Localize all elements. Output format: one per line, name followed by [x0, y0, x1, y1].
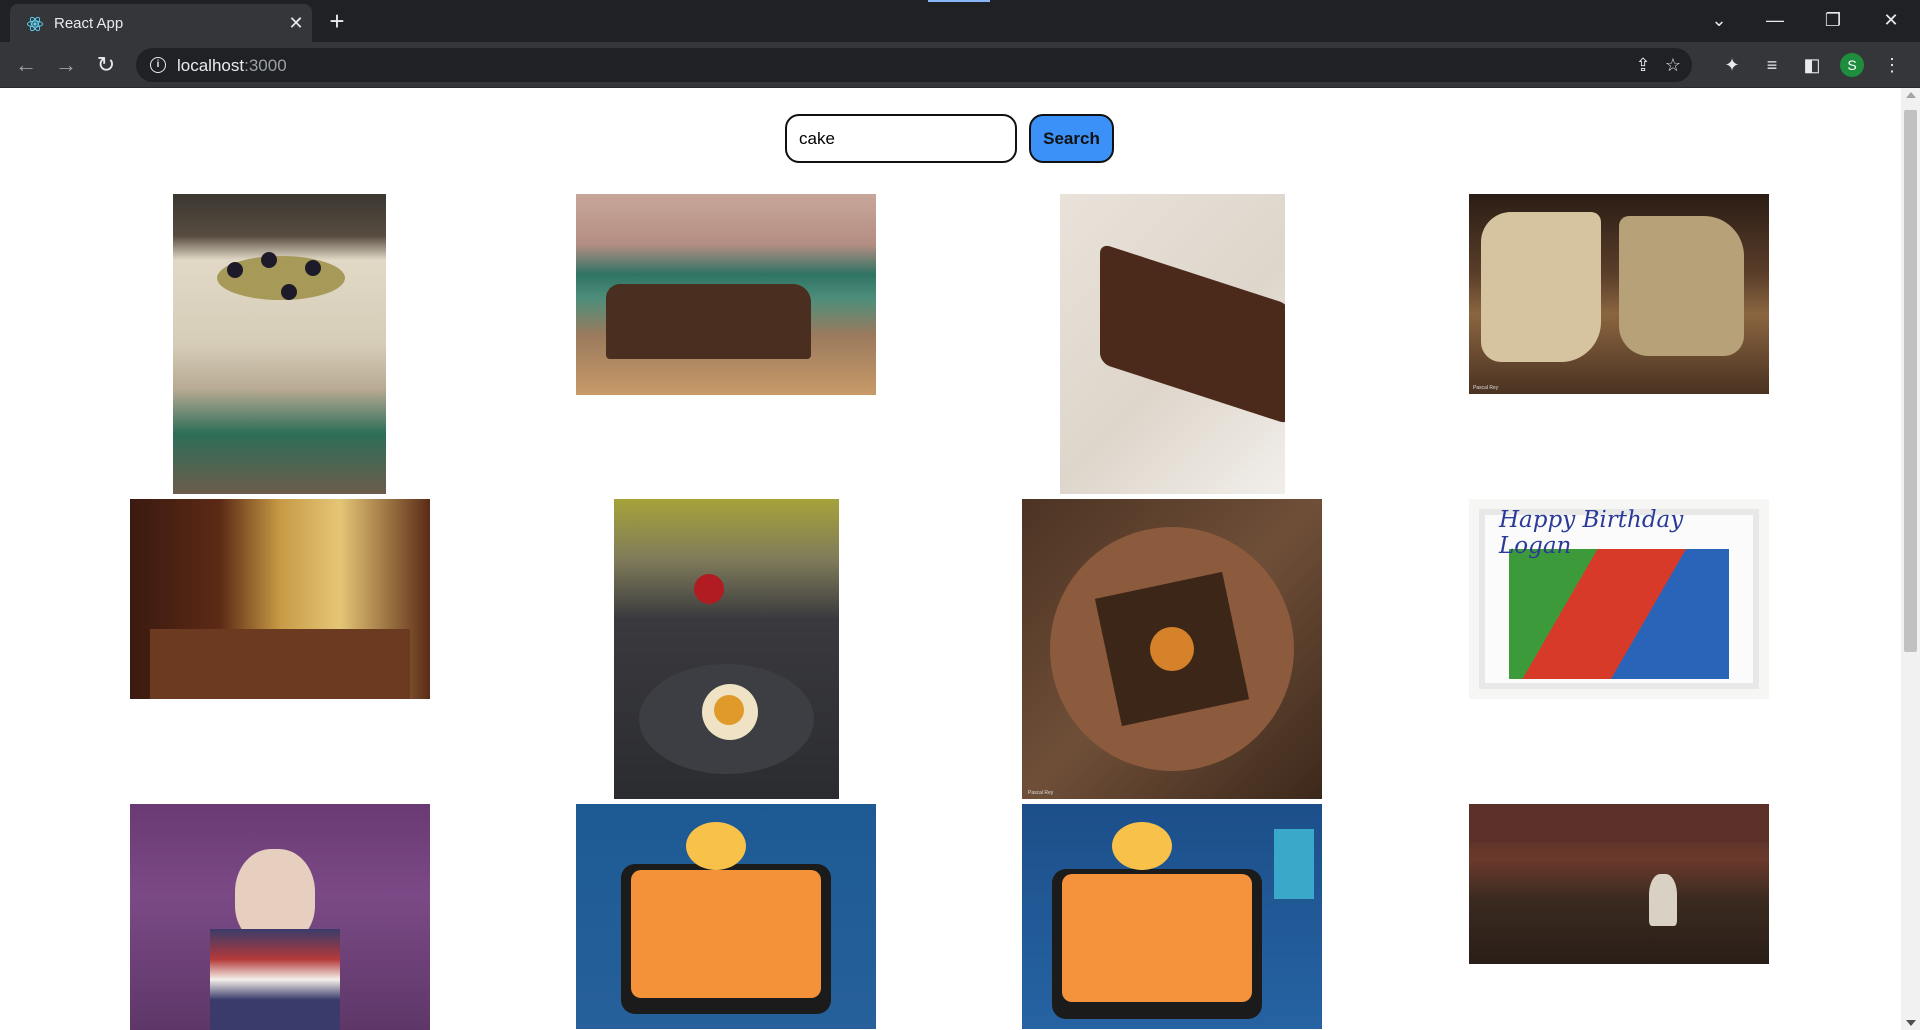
tab-title: React App: [54, 15, 124, 32]
result-image[interactable]: [130, 499, 430, 699]
result-image[interactable]: Happy Birthday Logan: [1469, 499, 1769, 699]
address-bar[interactable]: i localhost:3000 ⇪ ☆: [136, 48, 1692, 82]
search-button[interactable]: Search: [1029, 114, 1114, 163]
tab-strip: React App ✕ + ⌄ — ❐ ✕: [0, 0, 1920, 42]
page-viewport: Search Pascal Rey Pascal Rey Happy Birth: [0, 88, 1920, 1030]
result-image[interactable]: [130, 804, 430, 1030]
photo-credit: Pascal Rey: [1028, 790, 1054, 796]
side-panel-icon[interactable]: ◧: [1800, 53, 1824, 77]
result-image[interactable]: [173, 194, 386, 494]
tab-react-app[interactable]: React App ✕: [10, 4, 312, 42]
url-text: localhost:3000: [177, 56, 287, 75]
scroll-down-arrow-icon[interactable]: [1906, 1020, 1916, 1026]
close-tab-icon[interactable]: ✕: [286, 13, 306, 33]
extensions-puzzle-icon[interactable]: ✦: [1720, 53, 1744, 77]
share-icon[interactable]: ⇪: [1632, 54, 1654, 76]
menu-kebab-icon[interactable]: ⋮: [1880, 53, 1904, 77]
result-image[interactable]: [1469, 804, 1769, 964]
tab-search-icon[interactable]: ⌄: [1704, 6, 1734, 34]
result-image[interactable]: [1060, 194, 1285, 494]
result-image[interactable]: Pascal Rey: [1469, 194, 1769, 394]
result-image[interactable]: [576, 804, 876, 1029]
profile-avatar[interactable]: S: [1840, 53, 1864, 77]
scroll-thumb[interactable]: [1904, 110, 1917, 652]
cake-inscription: Happy Birthday Logan: [1499, 507, 1684, 559]
site-info-icon[interactable]: i: [150, 57, 166, 73]
new-tab-button[interactable]: +: [324, 8, 350, 35]
media-queue-icon[interactable]: ≡: [1760, 53, 1784, 77]
reload-icon[interactable]: ↻: [92, 51, 120, 79]
minimize-button[interactable]: —: [1760, 6, 1790, 34]
result-image[interactable]: Pascal Rey: [1022, 499, 1322, 799]
result-image[interactable]: [614, 499, 839, 799]
photo-credit: Pascal Rey: [1473, 385, 1499, 391]
forward-arrow-icon[interactable]: →: [52, 51, 80, 79]
loading-indicator: [928, 0, 990, 2]
result-image[interactable]: [1022, 804, 1322, 1029]
bookmark-star-icon[interactable]: ☆: [1662, 54, 1684, 76]
page-scrollbar[interactable]: [1901, 88, 1920, 1030]
search-input[interactable]: [785, 114, 1017, 163]
result-image[interactable]: [576, 194, 876, 395]
close-window-button[interactable]: ✕: [1876, 6, 1906, 34]
react-logo-icon: [27, 16, 43, 32]
restore-button[interactable]: ❐: [1818, 6, 1848, 34]
browser-toolbar: ← → ↻ i localhost:3000 ⇪ ☆ ✦ ≡ ◧ S ⋮: [0, 42, 1920, 88]
back-arrow-icon[interactable]: ←: [12, 51, 40, 79]
scroll-up-arrow-icon[interactable]: [1906, 92, 1916, 98]
